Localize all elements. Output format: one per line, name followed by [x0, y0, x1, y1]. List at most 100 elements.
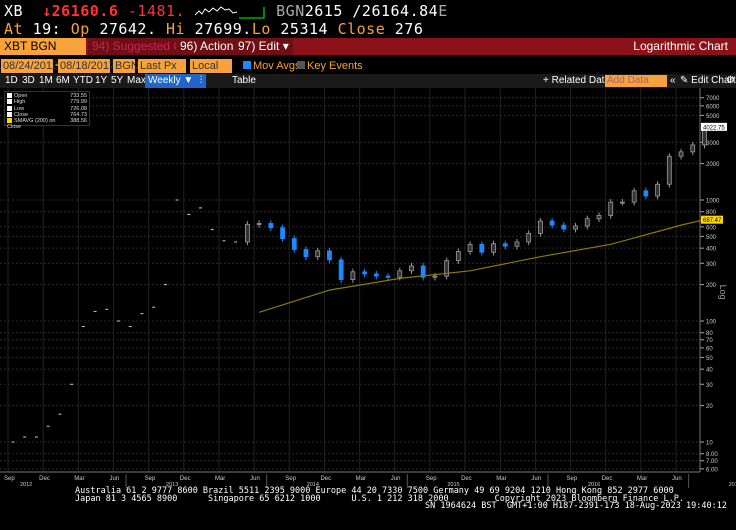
quote-line: XB ↓26160.6 -1481. BGN2615 /26164.84E: [4, 2, 448, 20]
x-tick-label: Mar: [74, 476, 84, 482]
x-tick-label: Dec: [602, 476, 613, 482]
x-tick-label: Mar: [496, 476, 506, 482]
candle-body: [268, 223, 274, 229]
y-tick-label: 70: [706, 338, 713, 344]
y-tick-label: 20: [706, 404, 713, 410]
period-max[interactable]: Max: [127, 74, 146, 88]
gear-icon[interactable]: ⚙: [726, 74, 735, 88]
plot-background: [0, 88, 736, 472]
y-tick-label: 6000: [706, 104, 720, 110]
low-label: Lo: [251, 20, 271, 38]
frequency-select[interactable]: Weekly ▼: [145, 74, 197, 88]
period-6m[interactable]: 6M: [56, 74, 70, 88]
candle-body: [631, 190, 637, 203]
x-tick-label: Mar: [637, 476, 647, 482]
at-time: 19:: [32, 20, 62, 38]
period-1d[interactable]: 1D: [5, 74, 18, 88]
x-tick-label: Jun: [250, 476, 260, 482]
y-tick-label: 50: [706, 356, 713, 362]
toolbar: XBT BGN Curncy 94) Suggested Charts 96) …: [0, 38, 736, 70]
y-tick-label: 800: [706, 210, 717, 216]
candle-body: [678, 151, 684, 157]
x-tick-label: Mar: [215, 476, 225, 482]
source-input[interactable]: BGN: [113, 59, 139, 73]
ticker: XB: [4, 2, 24, 20]
candle-body: [244, 223, 250, 243]
ask: /26164.84: [352, 2, 439, 20]
x-tick-label: Sep: [145, 476, 156, 482]
price-chart[interactable]: 6.00 7.008.00 10 20 30 40 50 60 7080 100 200 300 400…: [0, 88, 736, 488]
key-events-label: Key Events: [307, 60, 363, 72]
candle-body: [690, 144, 696, 153]
last-price: ↓26160.6: [42, 2, 119, 20]
y-tick-label: 40: [706, 368, 713, 374]
candle-body: [549, 220, 555, 226]
at-label: At: [4, 20, 24, 38]
candle-body: [596, 215, 602, 220]
mov-avgs-checkbox[interactable]: [243, 61, 251, 69]
candle-body: [432, 275, 438, 278]
x-tick-label: Dec: [320, 476, 331, 482]
candle-body: [502, 243, 508, 247]
security-field[interactable]: XBT BGN Curncy: [0, 38, 86, 70]
period-ytd[interactable]: YTD: [73, 74, 93, 88]
candle-body: [327, 250, 332, 261]
end-date-input[interactable]: 08/18/2017: [58, 59, 115, 73]
candle-body: [643, 190, 649, 197]
candle-body: [538, 220, 543, 234]
y-tick-label: 60: [706, 346, 713, 352]
sparkline-icon: [194, 5, 265, 18]
y-tick-label: 80: [706, 331, 713, 337]
open-value: 27642.: [99, 20, 157, 38]
y-tick-label: 8.00: [706, 452, 718, 458]
candle-body: [385, 275, 391, 278]
period-1m[interactable]: 1M: [39, 74, 53, 88]
x-tick-label: Jun: [531, 476, 541, 482]
key-events-checkbox[interactable]: [297, 61, 305, 69]
y-tick-label: 100: [706, 320, 717, 326]
x-tick-label: Sep: [285, 476, 296, 482]
x-tick-label: Jun: [109, 476, 119, 482]
candle-body: [479, 243, 485, 253]
table-button[interactable]: Table: [232, 74, 256, 88]
bid: 2615: [304, 2, 343, 20]
candle-body: [491, 243, 496, 253]
y-tick-label: 3000: [706, 141, 720, 147]
x-tick-label: Sep: [426, 476, 437, 482]
candle-body: [608, 201, 614, 216]
candle-body: [291, 238, 297, 250]
candle-body: [620, 201, 625, 204]
y-tick-label: 600: [706, 225, 717, 231]
period-3d[interactable]: 3D: [22, 74, 35, 88]
low-value: 25314: [280, 20, 329, 38]
collapse-icon[interactable]: «: [670, 74, 676, 88]
ohlc-line: At 19: Op 27642. Hi 27699.Lo 25314 Close…: [4, 20, 423, 38]
chart-legend: Open 733.55 High 779.99 Low 726.08 Close 764.73…: [4, 91, 90, 131]
y-tick-label: 6.00: [706, 467, 718, 473]
y-tick-label: 300: [706, 262, 717, 268]
high-label: Hi: [166, 20, 186, 38]
x-tick-label: Jun: [672, 476, 682, 482]
start-date-input[interactable]: 08/24/2012: [1, 59, 58, 73]
currency-select[interactable]: Local CCY: [190, 59, 232, 86]
candle-body: [526, 232, 532, 243]
legend-item: SMAVG (200) on Close 388.56: [7, 118, 87, 131]
period-1y[interactable]: 1Y: [95, 74, 107, 88]
candle-body: [409, 265, 414, 272]
chart-type-icon[interactable]: ⫶: [196, 74, 206, 88]
candle-body: [315, 250, 321, 258]
candle-body: [514, 241, 520, 247]
candle-body: [666, 155, 672, 185]
candle-body: [573, 225, 578, 230]
period-5y[interactable]: 5Y: [111, 74, 123, 88]
add-data-input[interactable]: Add Data: [605, 75, 667, 87]
candle-body: [280, 227, 285, 239]
x-year-label: 2012: [20, 482, 32, 488]
x-tick-label: Sep: [567, 476, 578, 482]
y-tick-label: 500: [706, 235, 717, 241]
mov-avgs-label: Mov Avgs: [253, 60, 301, 72]
footer-line-3: SN 1964624 BST GMT+1:00 H187-2391-173 18…: [425, 501, 727, 511]
field-select[interactable]: Last Px: [138, 59, 186, 73]
y-tick-label: 5000: [706, 114, 720, 120]
edit-menu[interactable]: 97) Edit ▾: [234, 38, 293, 55]
